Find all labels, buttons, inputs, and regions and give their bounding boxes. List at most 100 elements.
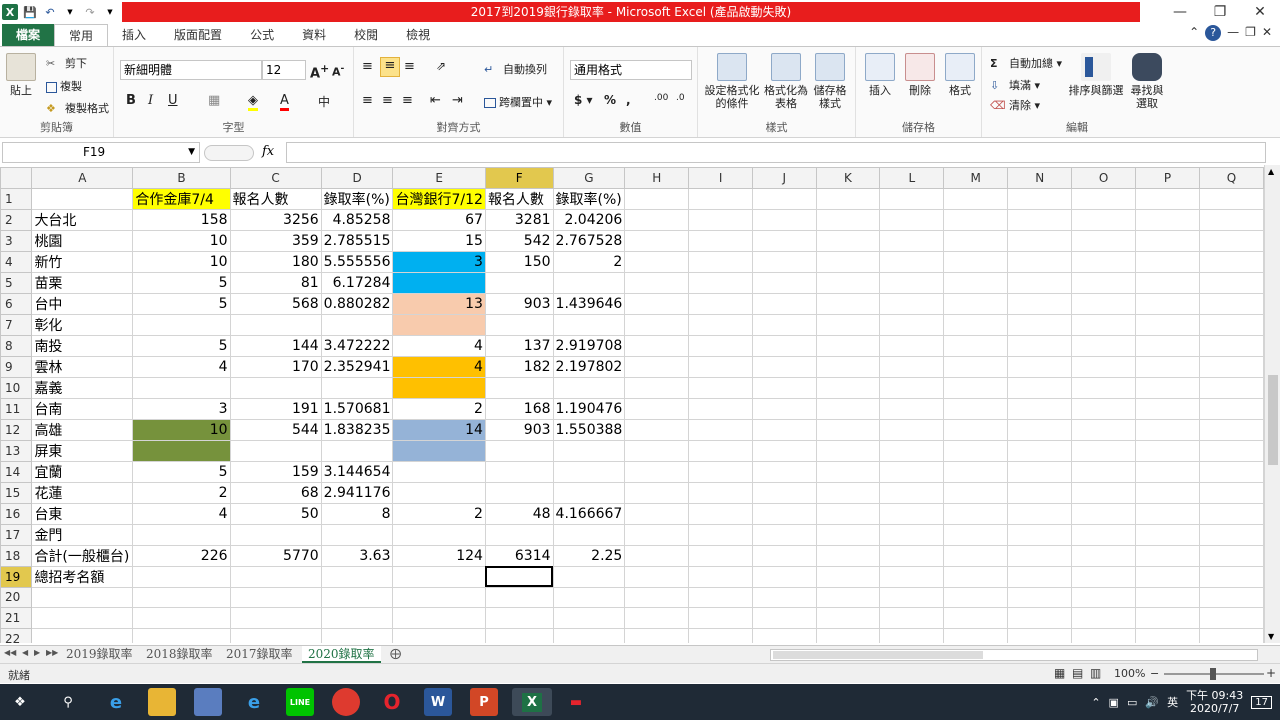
cell-l8[interactable]: [879, 334, 945, 357]
cell-b5[interactable]: 5: [132, 271, 231, 294]
cell-p20[interactable]: [1135, 586, 1200, 609]
cell-a9[interactable]: 雲林: [31, 355, 134, 378]
cell-d4[interactable]: 5.555556: [320, 250, 394, 273]
notification-icon[interactable]: 17: [1251, 695, 1272, 709]
cell-o7[interactable]: [1071, 313, 1137, 336]
tab-view[interactable]: 檢視: [392, 24, 444, 46]
cell-b16[interactable]: 4: [132, 502, 231, 525]
cell-g6[interactable]: 1.439646: [552, 292, 626, 315]
cell-p22[interactable]: [1135, 627, 1200, 643]
cell-p1[interactable]: [1135, 187, 1200, 210]
cell-o4[interactable]: [1071, 250, 1137, 273]
cell-a12[interactable]: 高雄: [31, 418, 134, 441]
cell-g12[interactable]: 1.550388: [552, 418, 626, 441]
battery-icon[interactable]: ▭: [1127, 696, 1137, 709]
row-header[interactable]: 18: [0, 544, 33, 567]
cell-o5[interactable]: [1071, 271, 1137, 294]
cell-f12[interactable]: 903: [484, 418, 554, 441]
percent-icon[interactable]: %: [604, 93, 616, 107]
comma-icon[interactable]: ,: [626, 93, 631, 107]
cell-m2[interactable]: [943, 208, 1009, 231]
cell-p8[interactable]: [1135, 334, 1200, 357]
format-painter-button[interactable]: ❖ 複製格式: [46, 100, 109, 116]
cell-p10[interactable]: [1135, 376, 1200, 399]
cell-n3[interactable]: [1007, 229, 1073, 252]
cell-q7[interactable]: [1198, 313, 1264, 336]
cell-j15[interactable]: [751, 481, 817, 504]
increase-indent-icon[interactable]: ⇥: [452, 93, 463, 108]
cell-i22[interactable]: [688, 627, 753, 643]
cell-h2[interactable]: [624, 208, 690, 231]
cell-e20[interactable]: [392, 586, 486, 609]
cell-p7[interactable]: [1135, 313, 1200, 336]
cell-q10[interactable]: [1198, 376, 1264, 399]
ie-icon[interactable]: e: [240, 688, 268, 716]
row-header[interactable]: 3: [0, 229, 33, 252]
format-as-table-button[interactable]: 格式化為 表格: [764, 53, 808, 110]
cell-e12[interactable]: 14: [392, 418, 486, 441]
cell-b12[interactable]: 10: [132, 418, 231, 441]
cell-a16[interactable]: 台東: [31, 502, 134, 525]
font-size-select[interactable]: 12: [262, 60, 306, 80]
cell-p6[interactable]: [1135, 292, 1200, 315]
cell-l15[interactable]: [879, 481, 945, 504]
cell-j20[interactable]: [751, 586, 817, 609]
cell-a1[interactable]: [31, 187, 134, 210]
tab-home[interactable]: 常用: [54, 24, 109, 46]
conditional-formatting-button[interactable]: 設定格式化 的條件: [704, 53, 760, 110]
opera-icon[interactable]: O: [378, 688, 406, 716]
cell-h15[interactable]: [624, 481, 690, 504]
cell-k14[interactable]: [815, 460, 881, 483]
cell-n4[interactable]: [1007, 250, 1073, 273]
redo-icon[interactable]: ↷: [82, 4, 98, 20]
cell-j9[interactable]: [751, 355, 817, 378]
edge-icon[interactable]: e: [102, 688, 130, 716]
font-name-select[interactable]: 新細明體: [120, 60, 262, 80]
align-middle-icon[interactable]: ≡: [380, 57, 400, 77]
prev-sheet-icon[interactable]: ◀: [22, 648, 28, 657]
zoom-in-icon[interactable]: +: [1266, 666, 1276, 680]
search-icon[interactable]: ⚲: [54, 688, 82, 716]
cell-l12[interactable]: [879, 418, 945, 441]
cell-q5[interactable]: [1198, 271, 1264, 294]
align-bottom-icon[interactable]: ≡: [404, 59, 415, 74]
row-header[interactable]: 12: [0, 418, 33, 441]
cell-i7[interactable]: [688, 313, 753, 336]
cell-o17[interactable]: [1071, 523, 1137, 546]
cell-m10[interactable]: [943, 376, 1009, 399]
cell-e22[interactable]: [392, 627, 486, 643]
cell-h9[interactable]: [624, 355, 690, 378]
cell-e17[interactable]: [392, 523, 486, 546]
cell-j21[interactable]: [751, 607, 817, 629]
cell-f11[interactable]: 168: [484, 397, 554, 420]
underline-button[interactable]: U: [168, 93, 178, 108]
cell-q14[interactable]: [1198, 460, 1264, 483]
cell-f8[interactable]: 137: [484, 334, 554, 357]
cell-l5[interactable]: [879, 271, 945, 294]
cell-o2[interactable]: [1071, 208, 1137, 231]
cell-e5[interactable]: [392, 271, 486, 294]
sort-filter-button[interactable]: 排序與篩選: [1068, 53, 1124, 97]
powerpoint-icon[interactable]: P: [470, 688, 498, 716]
cell-f17[interactable]: [484, 523, 554, 546]
cell-i21[interactable]: [688, 607, 753, 629]
cell-a11[interactable]: 台南: [31, 397, 134, 420]
restore-icon[interactable]: ❐: [1200, 0, 1240, 24]
cell-f13[interactable]: [484, 439, 554, 462]
column-header-d[interactable]: D: [320, 167, 394, 189]
cell-i10[interactable]: [688, 376, 753, 399]
row-header[interactable]: 9: [0, 355, 33, 378]
cell-q13[interactable]: [1198, 439, 1264, 462]
ime-indicator[interactable]: 英: [1167, 694, 1178, 710]
cell-l4[interactable]: [879, 250, 945, 273]
row-header[interactable]: 5: [0, 271, 33, 294]
cell-a5[interactable]: 苗栗: [31, 271, 134, 294]
row-header[interactable]: 16: [0, 502, 33, 525]
cell-p12[interactable]: [1135, 418, 1200, 441]
sheet-tab-2017[interactable]: 2017錄取率: [220, 646, 299, 663]
cell-q1[interactable]: [1198, 187, 1264, 210]
cell-j3[interactable]: [751, 229, 817, 252]
excel-logo-icon[interactable]: X: [2, 4, 18, 20]
store-icon[interactable]: [194, 688, 222, 716]
cell-b8[interactable]: 5: [132, 334, 231, 357]
